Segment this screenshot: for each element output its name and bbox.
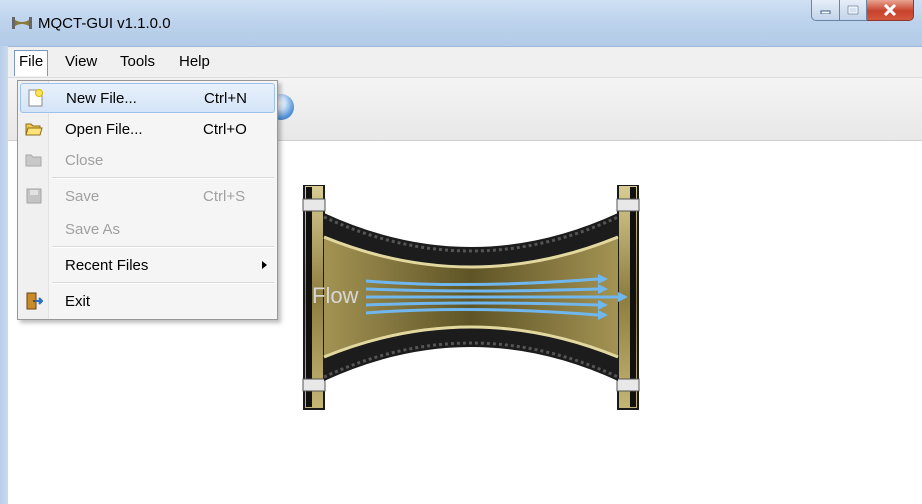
folder-open-icon [25,123,43,136]
save-icon [26,188,42,204]
close-icon [883,4,897,16]
caption-buttons [811,0,914,22]
exit-door-icon [26,292,43,310]
application-window: MQCT-GUI v1.1.0.0 File View Tools Help F… [0,0,922,504]
menu-separator [52,246,274,248]
new-file-icon [28,89,43,107]
minimize-icon [820,10,830,14]
menu-file[interactable]: File [14,50,49,76]
venturi-flow-graphic: Flow [302,185,640,410]
maximize-icon [847,5,859,15]
flow-label: Flow [312,283,359,308]
close-label: Close [65,152,104,169]
recent-files-label: Recent Files [65,257,149,274]
menu-separator [52,177,274,179]
menu-view[interactable]: View [61,52,101,71]
minimize-button[interactable] [811,0,840,21]
title-bar[interactable]: MQCT-GUI v1.1.0.0 [0,0,922,47]
window-left-border [0,46,8,504]
new-file-label: New File... [66,90,137,107]
menu-item-recent-files[interactable]: Recent Files [18,250,277,280]
save-label: Save [65,188,100,205]
menu-item-new-file[interactable]: New File... Ctrl+N [20,83,275,113]
maximize-button[interactable] [840,0,867,21]
exit-label: Exit [65,293,91,310]
new-file-shortcut: Ctrl+N [204,90,247,107]
submenu-arrow-icon [262,261,267,269]
window-title: MQCT-GUI v1.1.0.0 [38,15,171,32]
save-as-label: Save As [65,221,121,238]
close-button[interactable] [867,0,914,21]
app-icon [12,17,32,29]
menu-separator [52,282,274,284]
file-menu-dropdown: New File... Ctrl+N Open File... Ctrl+O C… [17,80,278,320]
menu-item-close[interactable]: Close [18,145,277,175]
menu-item-save[interactable]: Save Ctrl+S [18,181,277,211]
save-shortcut: Ctrl+S [203,188,246,205]
open-file-label: Open File... [65,121,143,138]
menu-item-open-file[interactable]: Open File... Ctrl+O [18,114,277,144]
menu-tools[interactable]: Tools [116,52,159,71]
menu-bar: File View Tools Help [8,47,922,78]
open-file-shortcut: Ctrl+O [203,121,247,138]
menu-item-save-as[interactable]: Save As [18,214,277,244]
folder-icon [25,154,42,167]
menu-item-exit[interactable]: Exit [18,286,277,316]
menu-help[interactable]: Help [175,52,214,71]
